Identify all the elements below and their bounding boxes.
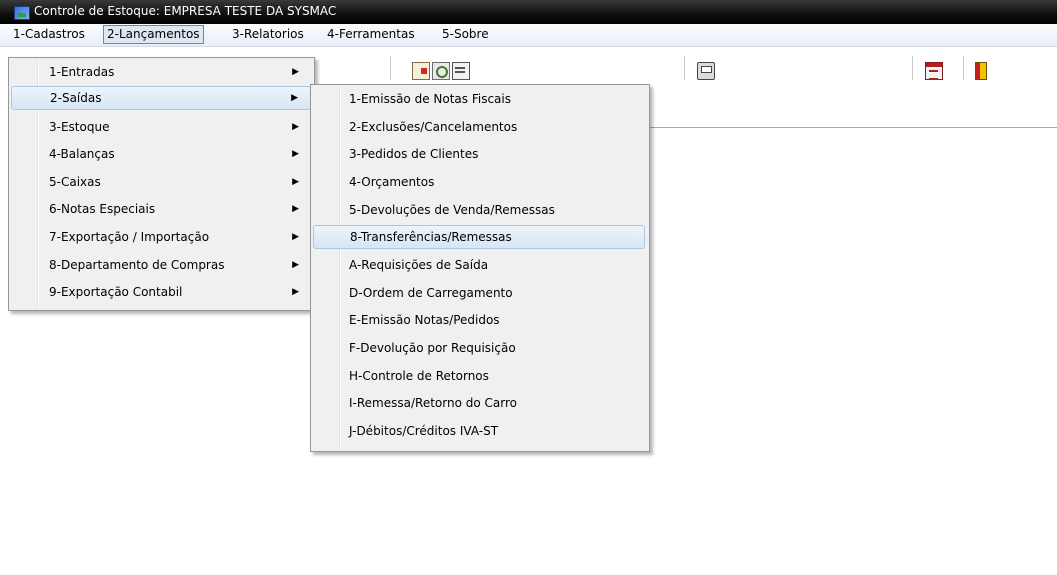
menu-item-debitos-creditos[interactable]: J-Débitos/Créditos IVA-ST — [313, 419, 645, 443]
menu-item-estoque[interactable]: 3-Estoque ▶ — [11, 115, 311, 139]
toolbar-separator — [684, 56, 685, 80]
menu-item-exclusoes-cancelamentos[interactable]: 2-Exclusões/Cancelamentos — [313, 115, 645, 139]
submenu-arrow-icon: ▶ — [292, 260, 299, 270]
menu-item-label: 5-Devoluções de Venda/Remessas — [349, 203, 555, 217]
menu-lancamentos[interactable]: 2-Lançamentos — [103, 25, 204, 44]
menu-item-label: 3-Estoque — [49, 120, 110, 134]
menu-item-label: 4-Orçamentos — [349, 175, 435, 189]
menu-item-label: 9-Exportação Contabil — [49, 285, 183, 299]
menu-item-exportacao-contabil[interactable]: 9-Exportação Contabil ▶ — [11, 280, 311, 304]
menu-item-pedidos-clientes[interactable]: 3-Pedidos de Clientes — [313, 142, 645, 166]
menu-item-emissao-notas-fiscais[interactable]: 1-Emissão de Notas Fiscais — [313, 87, 645, 111]
menu-item-label: E-Emissão Notas/Pedidos — [349, 313, 500, 327]
submenu-arrow-icon: ▶ — [292, 287, 299, 297]
menu-item-caixas[interactable]: 5-Caixas ▶ — [11, 170, 311, 194]
menu-bar: 1-Cadastros 2-Lançamentos 3-Relatorios 4… — [0, 24, 1057, 47]
lancamentos-dropdown: 1-Entradas ▶ 2-Saídas ▶ 3-Estoque ▶ 4-Ba… — [8, 57, 315, 311]
menu-item-label: 3-Pedidos de Clientes — [349, 147, 479, 161]
saidas-submenu: 1-Emissão de Notas Fiscais 2-Exclusões/C… — [310, 84, 650, 452]
menu-item-balancas[interactable]: 4-Balanças ▶ — [11, 142, 311, 166]
menu-item-label: J-Débitos/Créditos IVA-ST — [349, 424, 499, 438]
menu-item-requisicoes-saida[interactable]: A-Requisições de Saída — [313, 253, 645, 277]
menu-item-label: D-Ordem de Carregamento — [349, 286, 513, 300]
menu-item-label: 7-Exportação / Importação — [49, 230, 210, 244]
menu-item-devolucao-requisicao[interactable]: F-Devolução por Requisição — [313, 336, 645, 360]
submenu-arrow-icon: ▶ — [292, 149, 299, 159]
submenu-arrow-icon: ▶ — [292, 232, 299, 242]
menu-item-label: 4-Balanças — [49, 147, 115, 161]
toolbar-separator — [963, 56, 964, 80]
printer-icon[interactable] — [697, 62, 715, 80]
find-document-icon[interactable] — [432, 62, 450, 80]
menu-item-notas-especiais[interactable]: 6-Notas Especiais ▶ — [11, 197, 311, 221]
menu-item-label: 8-Departamento de Compras — [49, 258, 225, 272]
menu-item-ordem-carregamento[interactable]: D-Ordem de Carregamento — [313, 281, 645, 305]
submenu-arrow-icon: ▶ — [292, 122, 299, 132]
menu-item-label: H-Controle de Retornos — [349, 369, 489, 383]
menu-item-label: 1-Entradas — [49, 65, 115, 79]
menu-item-label: 5-Caixas — [49, 175, 101, 189]
menu-item-label: 2-Saídas — [50, 91, 102, 105]
calendar-icon[interactable] — [925, 62, 943, 80]
menu-item-label: 8-Transferências/Remessas — [350, 230, 512, 244]
submenu-arrow-icon: ▶ — [292, 67, 299, 77]
submenu-arrow-icon: ▶ — [291, 93, 298, 103]
menu-item-label: I-Remessa/Retorno do Carro — [349, 396, 517, 410]
menu-item-emissao-notas-pedidos[interactable]: E-Emissão Notas/Pedidos — [313, 308, 645, 332]
app-icon — [14, 6, 30, 20]
menu-item-label: F-Devolução por Requisição — [349, 341, 516, 355]
menu-item-exportacao-importacao[interactable]: 7-Exportação / Importação ▶ — [11, 225, 311, 249]
menu-item-controle-retornos[interactable]: H-Controle de Retornos — [313, 364, 645, 388]
document-icon[interactable] — [412, 62, 430, 80]
menu-item-label: A-Requisições de Saída — [349, 258, 489, 272]
menu-relatorios[interactable]: 3-Relatorios — [229, 26, 307, 43]
exit-door-icon[interactable] — [975, 62, 987, 80]
toolbar-separator — [390, 56, 391, 80]
toolbar-separator — [912, 56, 913, 80]
submenu-arrow-icon: ▶ — [292, 204, 299, 214]
menu-item-label: 6-Notas Especiais — [49, 202, 156, 216]
submenu-arrow-icon: ▶ — [292, 177, 299, 187]
menu-item-departamento-compras[interactable]: 8-Departamento de Compras ▶ — [11, 253, 311, 277]
menu-ferramentas[interactable]: 4-Ferramentas — [324, 26, 418, 43]
window-title: Controle de Estoque: EMPRESA TESTE DA SY… — [34, 4, 337, 18]
menu-item-entradas[interactable]: 1-Entradas ▶ — [11, 60, 311, 84]
menu-item-label: 2-Exclusões/Cancelamentos — [349, 120, 518, 134]
menu-item-orcamentos[interactable]: 4-Orçamentos — [313, 170, 645, 194]
menu-item-label: 1-Emissão de Notas Fiscais — [349, 92, 511, 106]
menu-item-saidas[interactable]: 2-Saídas ▶ — [11, 86, 311, 110]
menu-item-remessa-retorno-carro[interactable]: I-Remessa/Retorno do Carro — [313, 391, 645, 415]
menu-sobre[interactable]: 5-Sobre — [439, 26, 492, 43]
menu-cadastros[interactable]: 1-Cadastros — [10, 26, 88, 43]
menu-item-devolucoes-venda[interactable]: 5-Devoluções de Venda/Remessas — [313, 198, 645, 222]
title-bar: Controle de Estoque: EMPRESA TESTE DA SY… — [0, 0, 1057, 24]
list-document-icon[interactable] — [452, 62, 470, 80]
menu-item-transferencias-remessas[interactable]: 8-Transferências/Remessas — [313, 225, 645, 249]
